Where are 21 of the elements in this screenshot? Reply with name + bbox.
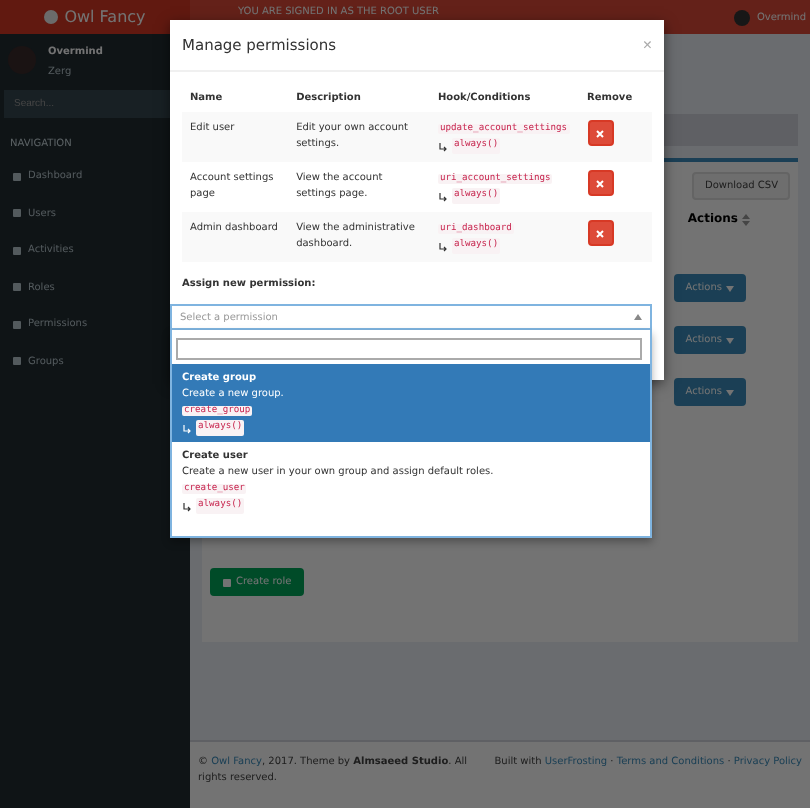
return-arrow-icon xyxy=(437,241,448,251)
caret-icon xyxy=(634,314,642,320)
close-icon xyxy=(596,179,605,187)
return-arrow-icon xyxy=(182,501,192,511)
caret-icon xyxy=(726,285,734,291)
close-icon xyxy=(596,229,605,237)
sort-icon xyxy=(742,213,750,225)
caret-icon xyxy=(726,337,734,343)
return-arrow-icon xyxy=(437,141,448,151)
remove-button[interactable] xyxy=(587,120,614,146)
search-field[interactable] xyxy=(176,338,642,360)
owl-logo-icon xyxy=(44,10,59,24)
logo-text: Owl Fancy xyxy=(64,8,146,26)
return-arrow-icon xyxy=(182,423,192,433)
close-icon xyxy=(596,129,605,137)
return-arrow-icon xyxy=(437,191,448,201)
remove-button[interactable] xyxy=(587,170,614,196)
close-button[interactable]: × xyxy=(642,36,652,54)
remove-button[interactable] xyxy=(587,220,614,246)
caret-icon xyxy=(726,389,734,395)
avatar xyxy=(734,9,751,25)
